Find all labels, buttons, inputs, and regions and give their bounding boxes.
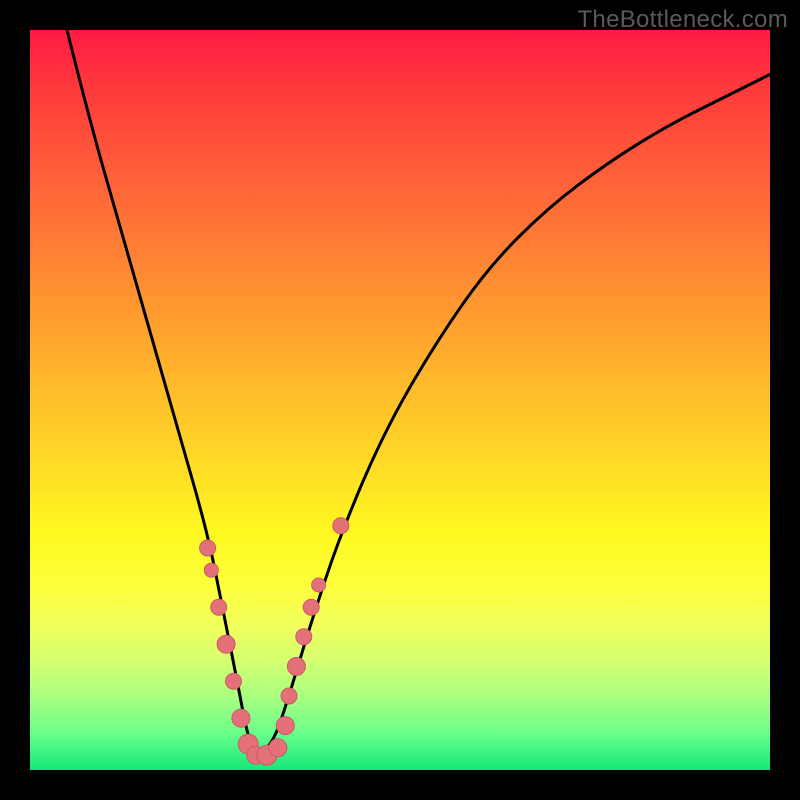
watermark-text: TheBottleneck.com	[577, 6, 788, 34]
data-marker	[281, 688, 297, 704]
data-marker	[276, 717, 294, 735]
plot-area	[30, 30, 770, 770]
markers-group	[200, 518, 349, 765]
data-marker	[333, 518, 349, 534]
chart-frame: TheBottleneck.com	[0, 0, 800, 800]
data-marker	[287, 657, 305, 675]
data-marker	[303, 599, 319, 615]
bottleneck-curve-svg	[30, 30, 770, 770]
data-marker	[296, 629, 312, 645]
data-marker	[312, 578, 326, 592]
data-marker	[200, 540, 216, 556]
data-marker	[269, 739, 287, 757]
data-marker	[232, 709, 250, 727]
bottleneck-curve	[67, 30, 770, 752]
data-marker	[204, 563, 218, 577]
data-marker	[211, 599, 227, 615]
data-marker	[226, 673, 242, 689]
data-marker	[217, 635, 235, 653]
curve-group	[67, 30, 770, 752]
